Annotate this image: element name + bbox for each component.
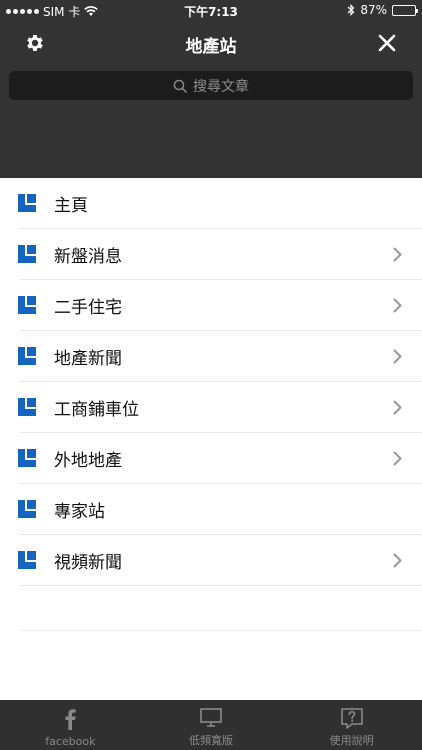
menu-item-video-news[interactable]: 視頻新聞: [0, 535, 422, 586]
page-title: 地產站: [185, 37, 237, 57]
menu-item-property-news[interactable]: 地產新聞: [0, 331, 422, 382]
close-button[interactable]: [372, 28, 402, 58]
menu-item-label: 新盤消息: [54, 247, 122, 267]
battery-icon: [392, 4, 418, 16]
status-bar: SIM 卡 下午7:13 87%: [0, 0, 422, 22]
bottom-tab-bar: facebook 低頻寬版 使用說明: [0, 700, 422, 750]
header: 地產站 搜尋文章: [0, 22, 422, 178]
menu-item-label: 主頁: [54, 196, 88, 216]
empty-row: [0, 586, 422, 631]
chevron-right-icon: [393, 247, 402, 262]
help-icon: [340, 708, 363, 729]
menu-item-label: 工商鋪車位: [54, 400, 139, 420]
status-right: 87%: [347, 3, 418, 17]
chevron-right-icon: [393, 349, 402, 364]
article-icon: [18, 194, 36, 212]
article-icon: [18, 296, 36, 314]
search-placeholder: 搜尋文章: [193, 78, 249, 95]
menu-item-label: 地產新聞: [54, 349, 122, 369]
article-icon: [18, 245, 36, 263]
monitor-icon: [200, 708, 222, 727]
menu-item-secondhand-homes[interactable]: 二手住宅: [0, 280, 422, 331]
tab-low-bandwidth[interactable]: 低頻寬版: [141, 700, 282, 750]
chevron-right-icon: [393, 553, 402, 568]
tab-label: 低頻寬版: [189, 734, 233, 747]
menu-item-label: 專家站: [54, 502, 105, 522]
menu-item-overseas-property[interactable]: 外地地產: [0, 433, 422, 484]
battery-percent: 87%: [360, 3, 387, 17]
menu-item-new-developments[interactable]: 新盤消息: [0, 229, 422, 280]
chevron-right-icon: [393, 400, 402, 415]
menu-item-expert-station[interactable]: 專家站: [0, 484, 422, 535]
tab-label: facebook: [45, 735, 96, 748]
menu-item-commercial-parking[interactable]: 工商鋪車位: [0, 382, 422, 433]
chevron-right-icon: [393, 298, 402, 313]
menu-item-label: 二手住宅: [54, 298, 122, 318]
tab-label: 使用說明: [329, 734, 374, 747]
chevron-right-icon: [393, 451, 402, 466]
menu-item-label: 視頻新聞: [54, 553, 122, 573]
bluetooth-icon: [347, 4, 355, 16]
menu-item-home[interactable]: 主頁: [0, 178, 422, 229]
article-icon: [18, 449, 36, 467]
article-icon: [18, 398, 36, 416]
article-icon: [18, 500, 36, 518]
article-icon: [18, 347, 36, 365]
menu-item-label: 外地地產: [54, 451, 122, 471]
search-icon: [173, 79, 187, 93]
close-icon: [378, 34, 396, 52]
tab-facebook[interactable]: facebook: [0, 700, 141, 750]
article-icon: [18, 551, 36, 569]
search-input[interactable]: 搜尋文章: [9, 71, 413, 100]
tab-help[interactable]: 使用說明: [281, 700, 422, 750]
menu-list: 主頁 新盤消息 二手住宅 地產新聞 工商鋪車位 外地地產 專家站 視頻新聞: [0, 178, 422, 631]
facebook-icon: [65, 709, 76, 730]
